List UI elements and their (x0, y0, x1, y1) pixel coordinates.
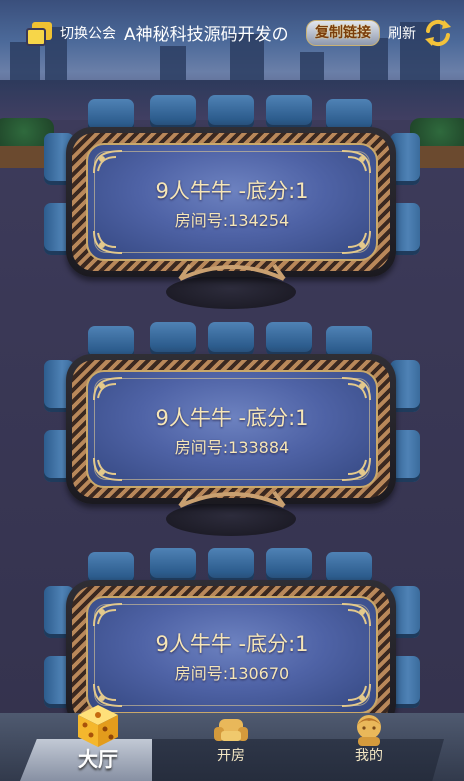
nav-tab-create-room[interactable]: 开房 (198, 713, 264, 781)
ornament-icon (341, 683, 371, 707)
ornament-icon (93, 457, 123, 481)
dealer-seat-arc (178, 490, 286, 508)
ornament-icon (341, 230, 371, 254)
ornament-icon (93, 150, 123, 174)
nav-tab-mine-label: 我的 (355, 748, 383, 764)
refresh-icon[interactable] (422, 17, 454, 49)
ornament-icon (341, 603, 371, 627)
nav-tab-lobby[interactable]: 大厅 (60, 705, 136, 781)
chair (150, 322, 196, 356)
table-felt: 9人牛牛 -底分:1 房间号:130670 (86, 596, 378, 714)
ornament-icon (341, 377, 371, 401)
room-table-1[interactable]: 9人牛牛 -底分:1 房间号:134254 (0, 95, 464, 310)
ornament-icon (341, 150, 371, 174)
ornament-icon (93, 603, 123, 627)
chair (266, 322, 312, 356)
chair (266, 548, 312, 582)
ornament-icon (93, 377, 123, 401)
top-header: 切换公会 A神秘科技源码开发の 复制链接 刷新 (0, 0, 464, 62)
nav-tab-create-room-label: 开房 (217, 748, 245, 764)
room-table-2[interactable]: 9人牛牛 -底分:1 房间号:133884 (0, 322, 464, 537)
nav-tab-lobby-label: 大厅 (78, 747, 118, 771)
guild-title: A神秘科技源码开发の (124, 25, 289, 45)
refresh-button[interactable]: 刷新 (388, 23, 416, 43)
room-number: 房间号:130670 (174, 664, 290, 683)
chair (208, 95, 254, 129)
sofa-icon (214, 719, 248, 741)
chair (208, 548, 254, 582)
room-title: 9人牛牛 -底分:1 (155, 406, 309, 430)
avatar-icon (357, 715, 381, 746)
nav-tab-mine[interactable]: 我的 (336, 713, 402, 781)
room-title: 9人牛牛 -底分:1 (155, 632, 309, 656)
chair (266, 95, 312, 129)
chair (150, 548, 196, 582)
ornament-icon (93, 230, 123, 254)
chair (150, 95, 196, 129)
switch-guild-icon[interactable] (26, 22, 52, 46)
chair (208, 322, 254, 356)
switch-guild-icon-front (26, 28, 46, 46)
room-number: 房间号:134254 (174, 211, 290, 230)
table-felt: 9人牛牛 -底分:1 房间号:134254 (86, 143, 378, 261)
dealer-seat-arc (178, 263, 286, 281)
room-title: 9人牛牛 -底分:1 (155, 179, 309, 203)
room-number: 房间号:133884 (174, 438, 290, 457)
switch-guild-button[interactable]: 切换公会 (60, 23, 116, 43)
copy-link-button[interactable]: 复制链接 (306, 20, 380, 46)
table-felt: 9人牛牛 -底分:1 房间号:133884 (86, 370, 378, 488)
ornament-icon (341, 457, 371, 481)
bottom-nav: 大厅 开房 我的 (0, 705, 464, 781)
